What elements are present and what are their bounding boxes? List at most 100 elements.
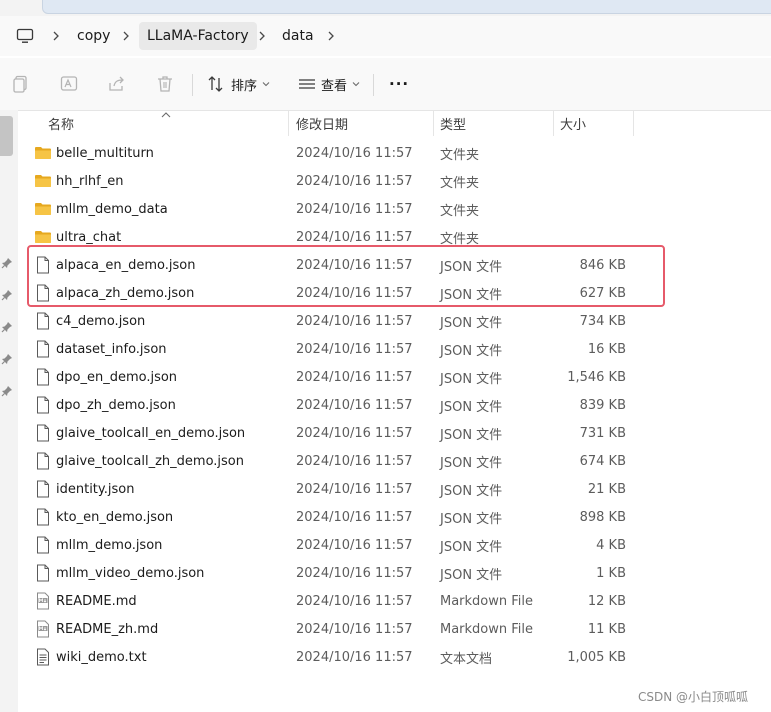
navigation-pane [0, 110, 18, 712]
toolbar-divider [192, 74, 193, 96]
json-file-icon [34, 363, 52, 391]
file-name: belle_multiturn [56, 145, 154, 161]
share-icon[interactable] [107, 74, 127, 94]
file-row[interactable]: hh_rlhf_en 2024/10/16 11:57 文件夹 [30, 167, 771, 195]
file-name: mllm_video_demo.json [56, 565, 205, 581]
file-size: 1 KB [596, 565, 626, 581]
file-size [556, 139, 626, 167]
column-separator[interactable] [288, 110, 289, 136]
json-file-icon [34, 475, 52, 503]
file-type: JSON 文件 [440, 539, 503, 555]
file-type: JSON 文件 [440, 455, 503, 471]
file-row[interactable]: dpo_en_demo.json 2024/10/16 11:57 JSON 文件 1… [30, 363, 771, 391]
file-size: 839 KB [579, 397, 626, 413]
file-row[interactable]: glaive_toolcall_zh_demo.json 2024/10/16 1… [30, 447, 771, 475]
file-size: 4 KB [596, 537, 626, 553]
view-button[interactable]: 查看 [297, 72, 360, 96]
file-row[interactable]: glaive_toolcall_en_demo.json 2024/10/16 1… [30, 419, 771, 447]
breadcrumb-item-data[interactable]: data [282, 16, 314, 56]
file-name: mllm_demo.json [56, 537, 163, 553]
file-row[interactable]: dataset_info.json 2024/10/16 11:57 JSON 文件… [30, 335, 771, 363]
pin-icon[interactable] [1, 350, 13, 365]
rename-icon[interactable] [59, 74, 79, 94]
chevron-down-icon [352, 80, 360, 88]
file-type: JSON 文件 [440, 371, 503, 387]
file-type: JSON 文件 [440, 343, 503, 359]
column-header-date[interactable]: 修改日期 [296, 110, 348, 136]
column-separator[interactable] [553, 110, 554, 136]
json-file-icon [34, 559, 52, 587]
view-list-icon [297, 74, 317, 94]
chevron-down-icon [262, 80, 270, 88]
breadcrumb: copy LLaMA-Factory data [0, 16, 771, 56]
window-top-strip [0, 0, 771, 16]
file-name: dataset_info.json [56, 341, 167, 357]
pin-icon[interactable] [1, 286, 13, 301]
file-date: 2024/10/16 11:57 [296, 145, 413, 161]
sort-button[interactable]: 排序 [206, 72, 270, 96]
file-size: 11 KB [587, 621, 626, 637]
breadcrumb-item-llama-factory[interactable]: LLaMA-Factory [139, 22, 257, 50]
file-row[interactable]: README.md 2024/10/16 11:57 Markdown File 12… [30, 587, 771, 615]
file-row[interactable]: mllm_video_demo.json 2024/10/16 11:57 JSON… [30, 559, 771, 587]
sort-ascending-icon [161, 104, 171, 118]
file-size [556, 167, 626, 195]
file-row[interactable]: c4_demo.json 2024/10/16 11:57 JSON 文件 734 K… [30, 307, 771, 335]
file-name: dpo_en_demo.json [56, 369, 178, 385]
column-header-type[interactable]: 类型 [440, 110, 466, 136]
text-file-icon [34, 643, 52, 671]
file-size: 898 KB [579, 509, 626, 525]
nav-scrollbar-thumb[interactable] [0, 116, 13, 156]
file-name: hh_rlhf_en [56, 173, 124, 189]
folder-icon [34, 139, 52, 167]
file-row[interactable]: mllm_demo.json 2024/10/16 11:57 JSON 文件 4 K… [30, 531, 771, 559]
file-date: 2024/10/16 11:57 [296, 621, 413, 637]
copy-icon[interactable] [11, 74, 31, 94]
column-header-name[interactable]: 名称 [48, 110, 74, 136]
column-header-size[interactable]: 大小 [560, 110, 586, 136]
file-row[interactable]: belle_multiturn 2024/10/16 11:57 文件夹 [30, 139, 771, 167]
file-name: README.md [56, 593, 137, 609]
column-separator[interactable] [433, 110, 434, 136]
file-row[interactable]: kto_en_demo.json 2024/10/16 11:57 JSON 文件 8… [30, 503, 771, 531]
markdown-file-icon [34, 615, 52, 643]
file-row[interactable]: wiki_demo.txt 2024/10/16 11:57 文本文档 1,005 K… [30, 643, 771, 671]
file-name: mllm_demo_data [56, 201, 168, 217]
file-row[interactable]: identity.json 2024/10/16 11:57 JSON 文件 21 K… [30, 475, 771, 503]
file-row[interactable]: mllm_demo_data 2024/10/16 11:57 文件夹 [30, 195, 771, 223]
file-row[interactable]: dpo_zh_demo.json 2024/10/16 11:57 JSON 文件 8… [30, 391, 771, 419]
folder-icon [34, 167, 52, 195]
file-size: 731 KB [579, 425, 626, 441]
pin-icon[interactable] [1, 254, 13, 269]
highlight-box [27, 245, 665, 307]
file-date: 2024/10/16 11:57 [296, 537, 413, 553]
file-date: 2024/10/16 11:57 [296, 425, 413, 441]
file-date: 2024/10/16 11:57 [296, 481, 413, 497]
chevron-right-icon[interactable] [257, 16, 267, 56]
folder-icon [34, 195, 52, 223]
chevron-right-icon[interactable] [121, 16, 131, 56]
markdown-file-icon [34, 587, 52, 615]
file-date: 2024/10/16 11:57 [296, 369, 413, 385]
file-size: 12 KB [587, 593, 626, 609]
file-name: c4_demo.json [56, 313, 146, 329]
file-type: 文件夹 [440, 203, 480, 219]
file-type: 文件夹 [440, 147, 480, 163]
file-date: 2024/10/16 11:57 [296, 313, 413, 329]
delete-icon[interactable] [155, 74, 175, 94]
file-type: JSON 文件 [440, 427, 503, 443]
pin-icon[interactable] [1, 382, 13, 397]
this-pc-icon[interactable] [15, 26, 35, 46]
column-separator[interactable] [633, 110, 634, 136]
file-row[interactable]: README_zh.md 2024/10/16 11:57 Markdown Fil… [30, 615, 771, 643]
file-size: 16 KB [587, 341, 626, 357]
file-date: 2024/10/16 11:57 [296, 593, 413, 609]
more-options-button[interactable]: ··· [389, 72, 409, 96]
pin-icon[interactable] [1, 318, 13, 333]
chevron-right-icon[interactable] [326, 16, 336, 56]
breadcrumb-item-copy[interactable]: copy [77, 16, 110, 56]
file-name: glaive_toolcall_en_demo.json [56, 425, 246, 441]
search-box-edge[interactable] [42, 0, 771, 14]
file-type: 文件夹 [440, 175, 480, 191]
chevron-right-icon[interactable] [51, 16, 61, 56]
